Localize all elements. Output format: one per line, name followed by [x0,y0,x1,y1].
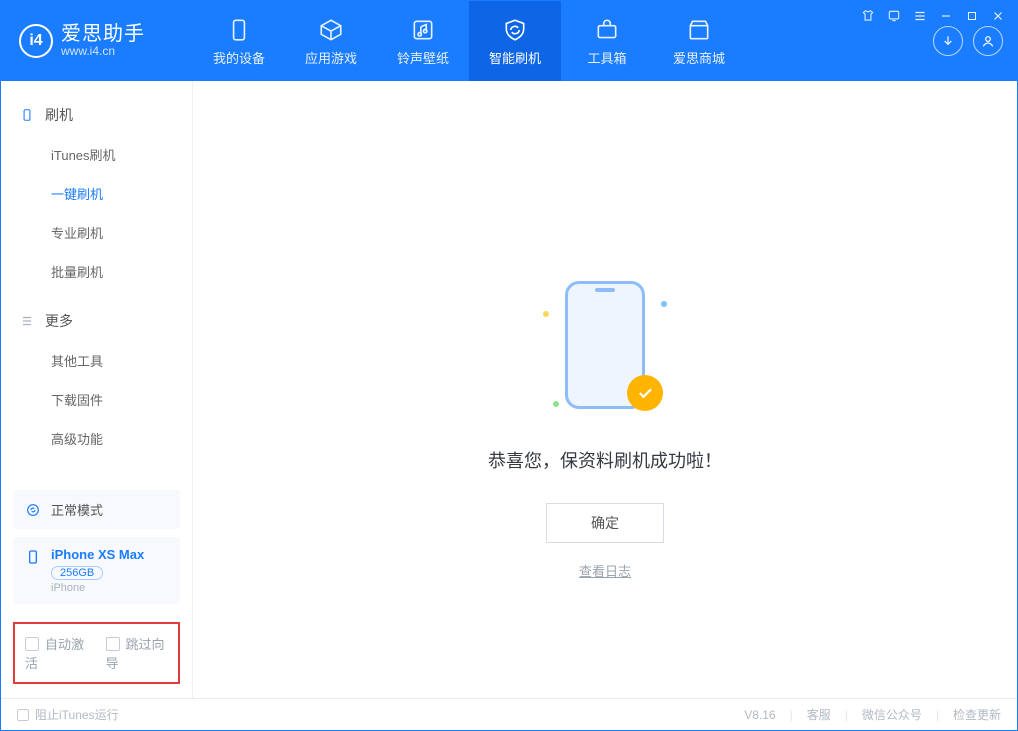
success-illustration [545,281,665,421]
close-button[interactable] [989,7,1007,25]
block-itunes-checkbox[interactable]: 阻止iTunes运行 [17,706,119,723]
refresh-shield-icon [501,16,529,44]
tab-toolbox[interactable]: 工具箱 [561,1,653,81]
sparkle-icon [553,401,559,407]
phone-icon [225,16,253,44]
sparkle-icon [543,311,549,317]
ok-button[interactable]: 确定 [546,503,664,543]
tab-apps-games[interactable]: 应用游戏 [285,1,377,81]
titlebar-controls [859,7,1007,25]
block-itunes-label: 阻止iTunes运行 [35,708,119,722]
sidebar-group-label: 刷机 [45,105,73,125]
minimize-button[interactable] [937,7,955,25]
skip-guide-checkbox[interactable]: 跳过向导 [106,634,169,672]
device-name: iPhone XS Max [51,547,144,562]
auto-activate-checkbox[interactable]: 自动激活 [25,634,88,672]
app-body: 刷机 iTunes刷机 一键刷机 专业刷机 批量刷机 更多 其他工具 下载固件 … [1,81,1017,698]
sidebar-item-download-firmware[interactable]: 下载固件 [1,380,192,419]
tab-label: 工具箱 [587,48,626,67]
tab-label: 铃声壁纸 [397,48,449,67]
sidebar-group-label: 更多 [45,311,73,331]
tab-label: 我的设备 [213,48,265,67]
tab-ringtone-wallpaper[interactable]: 铃声壁纸 [377,1,469,81]
flash-options-box: 自动激活 跳过向导 [13,622,180,684]
cube-icon [317,16,345,44]
store-icon [685,16,713,44]
sidebar-item-other-tools[interactable]: 其他工具 [1,341,192,380]
logo-badge-icon: i4 [19,24,53,58]
app-title: 爱思助手 [61,23,145,45]
sidebar-item-pro-flash[interactable]: 专业刷机 [1,213,192,252]
check-badge-icon [627,375,663,411]
check-update-link[interactable]: 检查更新 [953,706,1001,723]
account-button[interactable] [973,26,1003,56]
version-label: V8.16 [744,708,775,722]
checkbox-icon [17,709,29,721]
support-link[interactable]: 客服 [807,706,831,723]
toolbox-icon [593,16,621,44]
sync-icon [25,502,41,518]
device-card[interactable]: iPhone XS Max 256GB iPhone [13,537,180,604]
logo: i4 爱思助手 www.i4.cn [1,1,193,81]
tab-label: 应用游戏 [305,48,357,67]
checkbox-icon [25,637,39,651]
sidebar-item-onekey-flash[interactable]: 一键刷机 [1,174,192,213]
sidebar-item-batch-flash[interactable]: 批量刷机 [1,252,192,291]
sidebar: 刷机 iTunes刷机 一键刷机 专业刷机 批量刷机 更多 其他工具 下载固件 … [1,81,193,698]
menu-icon[interactable] [911,7,929,25]
tab-label: 爱思商城 [673,48,725,67]
maximize-button[interactable] [963,7,981,25]
app-window: i4 爱思助手 www.i4.cn 我的设备 应用游戏 铃声壁纸 智能刷机 [0,0,1018,731]
list-icon [19,313,35,329]
device-mode-card[interactable]: 正常模式 [13,490,180,529]
success-message: 恭喜您，保资料刷机成功啦！ [488,447,722,473]
phone-icon [25,549,41,565]
sidebar-group-more: 更多 [1,301,192,341]
sidebar-item-itunes-flash[interactable]: iTunes刷机 [1,135,192,174]
sidebar-item-advanced[interactable]: 高级功能 [1,419,192,458]
phone-square-icon [19,107,35,123]
status-bar: 阻止iTunes运行 V8.16 | 客服 | 微信公众号 | 检查更新 [1,698,1017,730]
device-capacity: 256GB [51,566,103,580]
tab-my-device[interactable]: 我的设备 [193,1,285,81]
sidebar-group-flash: 刷机 [1,95,192,135]
sparkle-icon [661,301,667,307]
shirt-icon[interactable] [859,7,877,25]
tab-smart-flash[interactable]: 智能刷机 [469,1,561,81]
device-panel: 正常模式 iPhone XS Max 256GB iPhone [1,478,192,608]
app-subtitle: www.i4.cn [61,45,145,58]
download-button[interactable] [933,26,963,56]
music-note-icon [409,16,437,44]
view-log-link[interactable]: 查看日志 [579,561,631,580]
tab-store[interactable]: 爱思商城 [653,1,745,81]
device-mode-label: 正常模式 [51,500,103,519]
tab-label: 智能刷机 [489,48,541,67]
device-type: iPhone [51,582,144,594]
feedback-icon[interactable] [885,7,903,25]
nav-tabs: 我的设备 应用游戏 铃声壁纸 智能刷机 工具箱 爱思商城 [193,1,745,81]
wechat-link[interactable]: 微信公众号 [862,706,922,723]
main-content: 恭喜您，保资料刷机成功啦！ 确定 查看日志 [193,81,1017,698]
checkbox-icon [106,637,120,651]
